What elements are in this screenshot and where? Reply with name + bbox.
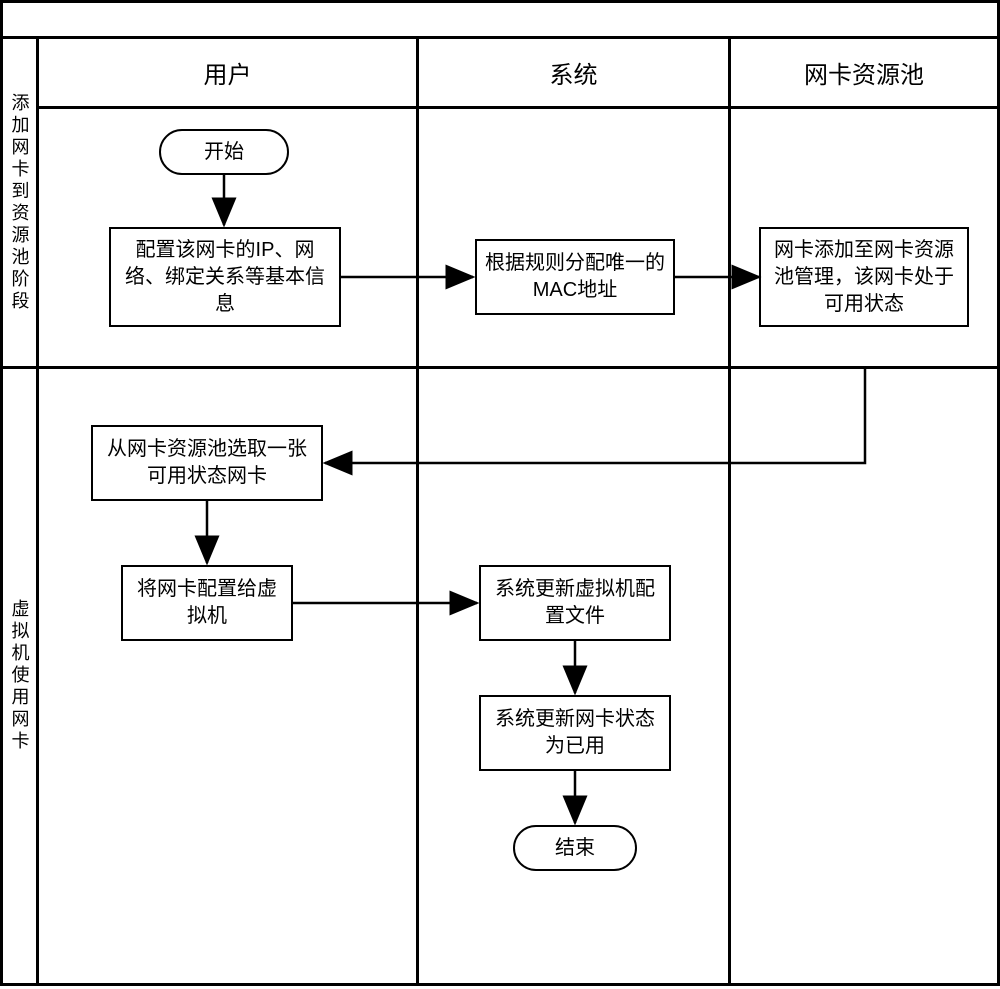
column-headers: 用户 系统 网卡资源池 [39,39,997,109]
stage-vm-use: 从网卡资源池选取一张可用状态网卡 将网卡配置给虚拟机 系统更新虚拟机配置文件 系… [39,369,997,983]
node-assign-to-vm: 将网卡配置给虚拟机 [121,565,293,641]
node-assign-mac: 根据规则分配唯一的MAC地址 [475,239,675,315]
node-configure-nic: 配置该网卡的IP、网络、绑定关系等基本信息 [109,227,341,327]
node-update-vm-config: 系统更新虚拟机配置文件 [479,565,671,641]
lane-user-top: 开始 配置该网卡的IP、网络、绑定关系等基本信息 [39,109,419,366]
node-select-nic: 从网卡资源池选取一张可用状态网卡 [91,425,323,501]
row-label-vm-use: 虚拟机使用网卡 [3,369,39,983]
lane-user-bottom: 从网卡资源池选取一张可用状态网卡 将网卡配置给虚拟机 [39,369,419,983]
stage-add-to-pool: 开始 配置该网卡的IP、网络、绑定关系等基本信息 根据规则分配唯一的MAC地址 … [39,109,997,369]
swimlane-diagram: 添加网卡到资源池阶段 虚拟机使用网卡 用户 系统 网卡资源池 开始 配置该网卡的… [0,0,1000,986]
col-header-user: 用户 [39,39,419,106]
lane-system-bottom: 系统更新虚拟机配置文件 系统更新网卡状态为已用 结束 [419,369,731,983]
lane-system-top: 根据规则分配唯一的MAC地址 [419,109,731,366]
diagram-body: 添加网卡到资源池阶段 虚拟机使用网卡 用户 系统 网卡资源池 开始 配置该网卡的… [3,39,997,983]
lanes-area: 用户 系统 网卡资源池 开始 配置该网卡的IP、网络、绑定关系等基本信息 根据规… [39,39,997,983]
node-add-to-pool: 网卡添加至网卡资源池管理，该网卡处于可用状态 [759,227,969,327]
row-labels-rail: 添加网卡到资源池阶段 虚拟机使用网卡 [3,39,39,983]
col-header-system: 系统 [419,39,731,106]
lane-pool-bottom [731,369,997,983]
node-end: 结束 [513,825,637,871]
lane-pool-top: 网卡添加至网卡资源池管理，该网卡处于可用状态 [731,109,997,366]
node-start: 开始 [159,129,289,175]
node-update-nic-state: 系统更新网卡状态为已用 [479,695,671,771]
col-header-pool: 网卡资源池 [731,39,997,106]
title-strip [3,3,997,39]
row-label-add-stage: 添加网卡到资源池阶段 [3,39,39,369]
